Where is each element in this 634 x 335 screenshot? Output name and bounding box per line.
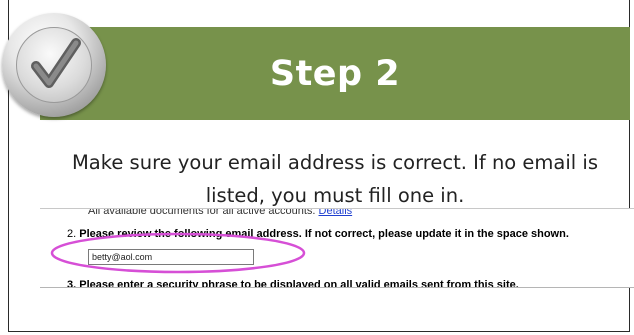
documents-line: All available documents for all active a…: [88, 209, 353, 217]
form-screenshot: All available documents for all active a…: [40, 208, 634, 288]
checkmark-icon: [2, 13, 106, 117]
step-instructions: Make sure your email address is correct.…: [71, 151, 598, 207]
step-title: Step 2: [269, 53, 401, 94]
security-phrase-instruction: 3. Please enter a security phrase to be …: [67, 279, 519, 288]
details-link[interactable]: Details: [319, 209, 353, 217]
email-review-instruction: 2. Please review the following email add…: [67, 228, 569, 240]
email-field[interactable]: betty@aol.com: [88, 249, 254, 265]
